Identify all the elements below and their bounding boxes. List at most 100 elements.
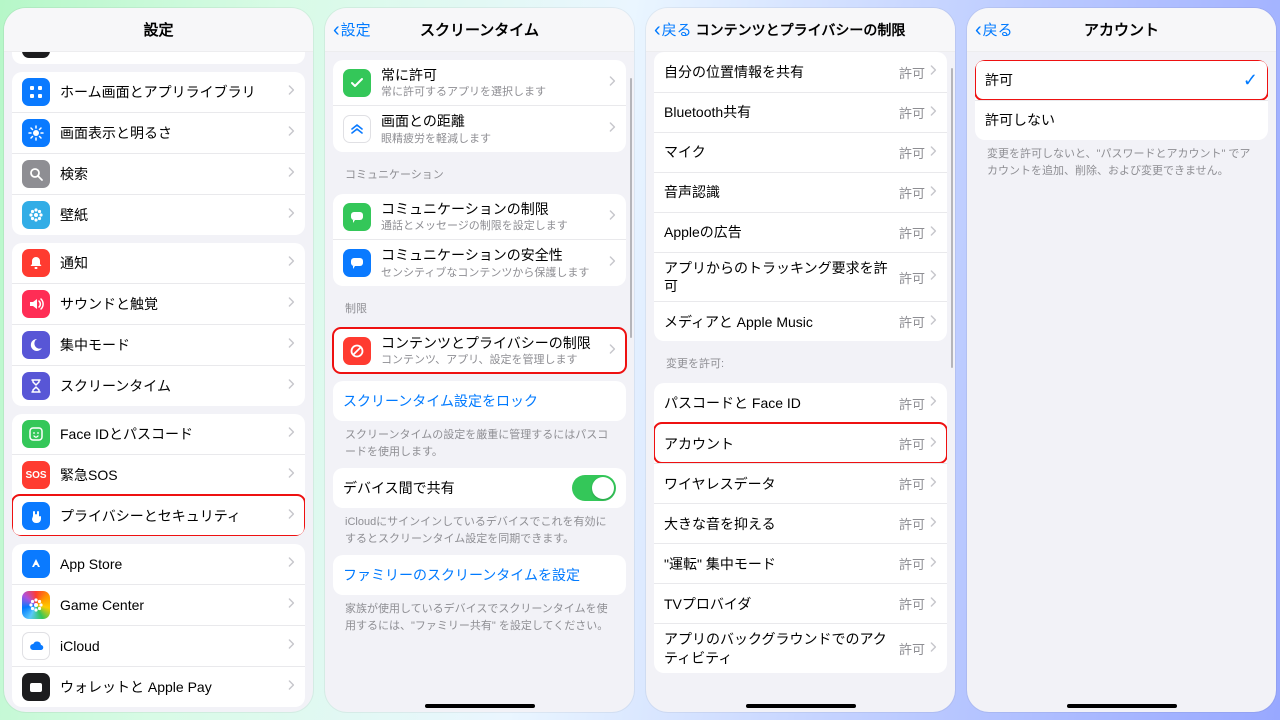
row-value: 許可 [899, 143, 925, 162]
settings-row[interactable]: 集中モード [12, 324, 305, 365]
settings-row[interactable]: スクリーンタイム設定をロック [333, 381, 626, 421]
row-title: パスコードと Face ID [664, 394, 893, 412]
chevron-right-icon [608, 208, 616, 226]
settings-group: ファミリーのスクリーンタイムを設定 [333, 555, 626, 595]
settings-row[interactable] [12, 52, 305, 64]
settings-row[interactable]: 壁紙 [12, 194, 305, 235]
screentime-pane: ‹ 設定 スクリーンタイム 常に許可常に許可するアプリを選択します画面との距離眼… [325, 8, 634, 712]
settings-row[interactable]: メディアと Apple Music許可 [654, 301, 947, 341]
settings-row[interactable]: コンテンツとプライバシーの制限コンテンツ、アプリ、設定を管理します [333, 328, 626, 373]
row-title: ホーム画面とアプリライブラリ [60, 83, 283, 101]
row-value: 許可 [899, 434, 925, 453]
chevron-right-icon [287, 425, 295, 443]
chevron-right-icon [929, 555, 937, 573]
row-title: アカウント [664, 435, 893, 453]
row-subtitle: 常に許可するアプリを選択します [381, 85, 604, 99]
moon-icon [22, 331, 50, 359]
home-indicator[interactable] [425, 704, 535, 708]
settings-row[interactable]: ホーム画面とアプリライブラリ [12, 72, 305, 112]
settings-row[interactable]: 許可しない [975, 100, 1268, 140]
row-subtitle: 通話とメッセージの制限を設定します [381, 219, 604, 233]
settings-row[interactable]: Face IDとパスコード [12, 414, 305, 454]
home-icon [22, 78, 50, 106]
back-label: 戻る [662, 19, 692, 40]
settings-row[interactable]: 大きな音を抑える許可 [654, 503, 947, 543]
settings-row[interactable]: 許可✓ [975, 60, 1268, 100]
section-header: コミュニケーション [333, 152, 626, 186]
settings-row[interactable]: 音声認識許可 [654, 172, 947, 212]
row-title: 画面表示と明るさ [60, 124, 283, 142]
row-value: 許可 [899, 312, 925, 331]
row-value: 許可 [899, 639, 925, 658]
settings-row[interactable]: スクリーンタイム [12, 365, 305, 406]
settings-row[interactable]: iCloud [12, 625, 305, 666]
home-indicator[interactable] [746, 704, 856, 708]
chevron-right-icon [287, 377, 295, 395]
settings-row[interactable]: ウォレットと Apple Pay [12, 666, 305, 707]
settings-row[interactable]: プライバシーとセキュリティ [12, 495, 305, 536]
settings-group: 許可✓許可しない [975, 60, 1268, 140]
row-subtitle: 眼精疲労を軽減します [381, 132, 604, 146]
hourglass-icon [22, 372, 50, 400]
settings-row[interactable]: "運転" 集中モード許可 [654, 543, 947, 583]
settings-row[interactable]: アプリからのトラッキング要求を許可許可 [654, 252, 947, 301]
chevron-right-icon [929, 63, 937, 81]
section-footer: 変更を許可しないと、"パスワードとアカウント" でアカウントを追加、削除、および… [975, 140, 1268, 179]
chevron-right-icon [287, 165, 295, 183]
chevron-right-icon [929, 475, 937, 493]
row-title: App Store [60, 555, 283, 573]
restrictions-content[interactable]: 自分の位置情報を共有許可Bluetooth共有許可マイク許可音声認識許可Appl… [646, 52, 955, 712]
home-indicator[interactable] [1067, 704, 1177, 708]
settings-row[interactable]: ワイヤレスデータ許可 [654, 463, 947, 503]
cloud-icon [22, 632, 50, 660]
nav-title: コンテンツとプライバシーの制限 [696, 20, 906, 40]
row-value: 許可 [899, 223, 925, 242]
settings-row[interactable]: 検索 [12, 153, 305, 194]
back-label: 戻る [983, 19, 1013, 40]
section-header: 変更を許可: [654, 341, 947, 375]
nav-title: 設定 [143, 19, 173, 40]
settings-row[interactable]: デバイス間で共有 [333, 468, 626, 508]
settings-row[interactable]: サウンドと触覚 [12, 283, 305, 324]
settings-row[interactable]: 常に許可常に許可するアプリを選択します [333, 60, 626, 105]
settings-row[interactable]: マイク許可 [654, 132, 947, 172]
account-content[interactable]: 許可✓許可しない変更を許可しないと、"パスワードとアカウント" でアカウントを追… [967, 52, 1276, 712]
row-title: 集中モード [60, 336, 283, 354]
section-footer: iCloudにサインインしているデバイスでこれを有効にするとスクリーンタイム設定… [333, 508, 626, 547]
settings-row[interactable]: ファミリーのスクリーンタイムを設定 [333, 555, 626, 595]
settings-pane: 設定 ホーム画面とアプリライブラリ画面表示と明るさ検索壁紙通知サウンドと触覚集中… [4, 8, 313, 712]
settings-row[interactable]: コミュニケーションの制限通話とメッセージの制限を設定します [333, 194, 626, 239]
back-button[interactable]: ‹ 設定 [333, 8, 371, 51]
settings-row[interactable]: 自分の位置情報を共有許可 [654, 52, 947, 92]
settings-row[interactable]: アカウント許可 [654, 423, 947, 463]
settings-row[interactable]: パスコードと Face ID 許可 [654, 383, 947, 423]
nav-bar: ‹ 戻る コンテンツとプライバシーの制限 [646, 8, 955, 52]
settings-row[interactable]: コミュニケーションの安全性センシティブなコンテンツから保護します [333, 239, 626, 285]
toggle-switch[interactable] [572, 475, 616, 501]
settings-group: 自分の位置情報を共有許可Bluetooth共有許可マイク許可音声認識許可Appl… [654, 52, 947, 341]
settings-row[interactable]: 通知 [12, 243, 305, 283]
chevron-right-icon [287, 466, 295, 484]
row-title: 大きな音を抑える [664, 515, 893, 533]
settings-row[interactable]: SOS緊急SOS [12, 454, 305, 495]
settings-row[interactable]: アプリのバックグラウンドでのアクティビティ許可 [654, 623, 947, 672]
account-pane: ‹ 戻る アカウント 許可✓許可しない変更を許可しないと、"パスワードとアカウン… [967, 8, 1276, 712]
screentime-content[interactable]: 常に許可常に許可するアプリを選択します画面との距離眼精疲労を軽減しますコミュニケ… [325, 52, 634, 712]
settings-row[interactable]: App Store [12, 544, 305, 584]
settings-row[interactable]: Appleの広告許可 [654, 212, 947, 252]
brightness-icon [22, 119, 50, 147]
settings-row[interactable]: Bluetooth共有許可 [654, 92, 947, 132]
settings-content[interactable]: ホーム画面とアプリライブラリ画面表示と明るさ検索壁紙通知サウンドと触覚集中モード… [4, 52, 313, 712]
chevron-right-icon [929, 104, 937, 122]
chevron-left-icon: ‹ [975, 20, 982, 40]
row-title: 画面との距離 [381, 112, 604, 130]
settings-row[interactable]: 画面との距離眼精疲労を軽減します [333, 105, 626, 151]
settings-row[interactable]: 画面表示と明るさ [12, 112, 305, 153]
row-value: 許可 [899, 394, 925, 413]
back-button[interactable]: ‹ 戻る [654, 8, 692, 51]
nav-bar: 設定 [4, 8, 313, 52]
row-title: プライバシーとセキュリティ [60, 507, 283, 525]
settings-row[interactable]: TVプロバイダ許可 [654, 583, 947, 623]
back-button[interactable]: ‹ 戻る [975, 8, 1013, 51]
settings-row[interactable]: Game Center [12, 584, 305, 625]
